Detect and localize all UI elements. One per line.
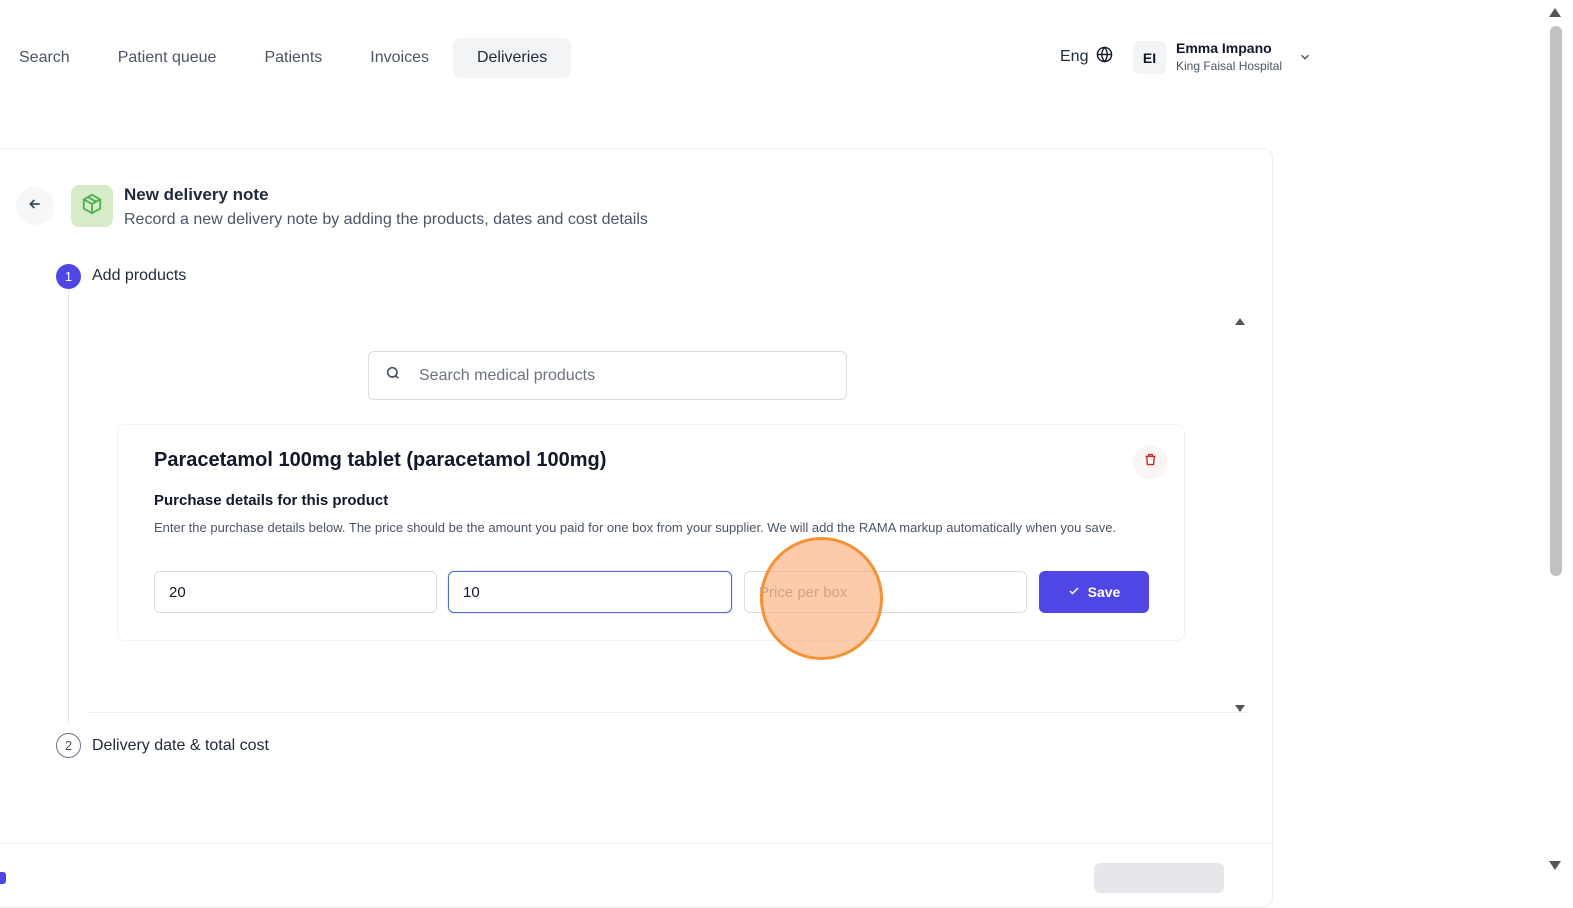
arrow-left-icon [27, 196, 43, 217]
purchase-details-title: Purchase details for this product [154, 492, 389, 509]
search-input[interactable] [419, 366, 819, 385]
footer-divider [0, 843, 1273, 844]
tab-patients[interactable]: Patients [240, 38, 346, 78]
box-icon [81, 193, 103, 220]
price-per-box-field[interactable] [744, 571, 1027, 613]
quantity-input[interactable] [155, 572, 436, 612]
step-1-number: 1 [56, 264, 81, 289]
user-info[interactable]: Emma Impano King Faisal Hospital [1176, 40, 1282, 73]
trash-icon [1143, 452, 1158, 472]
tab-invoices[interactable]: Invoices [346, 38, 453, 78]
user-organization: King Faisal Hospital [1176, 58, 1283, 73]
page-title: New delivery note [124, 185, 269, 204]
back-button[interactable] [16, 187, 54, 225]
language-label: Eng [1060, 48, 1089, 65]
save-button[interactable]: Save [1039, 571, 1149, 613]
page-scrollbar-thumb[interactable] [1550, 26, 1562, 576]
product-title: Paracetamol 100mg tablet (paracetamol 10… [154, 449, 607, 471]
step-2-label: Delivery date & total cost [92, 737, 269, 754]
language-selector[interactable]: Eng [1060, 46, 1113, 68]
divider [88, 712, 1248, 713]
step-2-number: 2 [56, 733, 81, 758]
delete-product-button[interactable] [1133, 445, 1167, 479]
delivery-type-badge [71, 185, 113, 227]
tab-deliveries[interactable]: Deliveries [452, 38, 572, 78]
check-icon [1068, 584, 1080, 600]
next-button[interactable] [1094, 863, 1224, 893]
quantity-field[interactable] [154, 571, 437, 613]
page-scroll-down-icon[interactable] [1548, 858, 1562, 876]
tab-search[interactable]: Search [0, 38, 94, 78]
page-scroll-up-icon[interactable] [1548, 6, 1562, 24]
globe-icon [1096, 46, 1113, 68]
purchase-details-description: Enter the purchase details below. The pr… [154, 520, 1117, 535]
step-1-label: Add products [92, 267, 187, 284]
price-per-box-input[interactable] [745, 572, 1026, 612]
tab-patient-queue[interactable]: Patient queue [94, 38, 241, 78]
save-label: Save [1087, 584, 1121, 600]
scroll-down-icon[interactable] [1234, 700, 1246, 718]
chevron-down-icon[interactable] [1298, 50, 1312, 69]
user-name: Emma Impano [1176, 40, 1272, 56]
product-search[interactable] [368, 351, 847, 400]
page-subtitle: Record a new delivery note by adding the… [124, 211, 648, 228]
step-connector [68, 290, 69, 724]
units-per-box-field[interactable] [448, 571, 732, 613]
footer-chip [0, 872, 6, 884]
products-scrollbar[interactable] [1234, 328, 1248, 698]
search-icon [385, 365, 401, 386]
units-per-box-input[interactable] [449, 572, 731, 612]
avatar[interactable]: EI [1133, 41, 1166, 74]
top-nav: Search Patient queue Patients Invoices D… [0, 38, 572, 78]
